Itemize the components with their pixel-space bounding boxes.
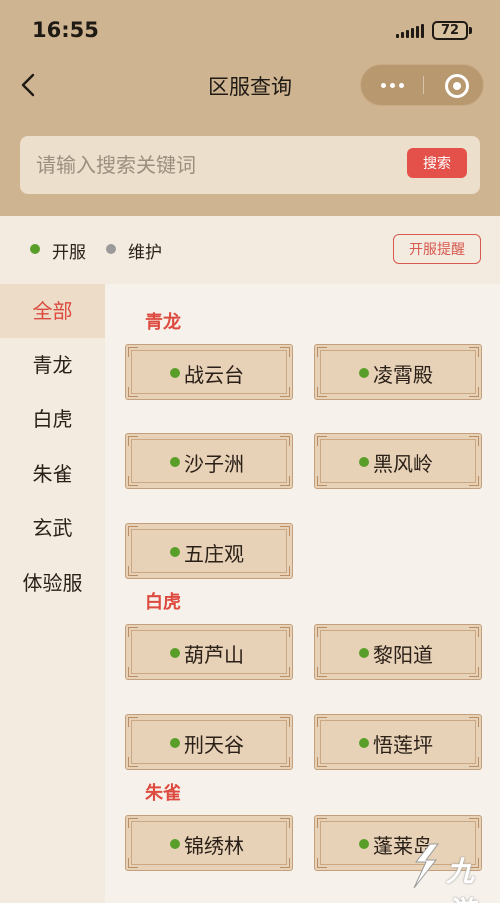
battery-tip bbox=[469, 27, 472, 34]
sidebar-item-trial[interactable]: 体验服 bbox=[0, 556, 105, 610]
open-status-dot bbox=[359, 368, 369, 378]
nav-bar: 区服查询 bbox=[0, 62, 500, 110]
server-name: 葫芦山 bbox=[184, 643, 244, 667]
header: 16:55 72 区服查询 请输入搜索关键词 搜索 bbox=[0, 0, 500, 216]
more-dots-icon bbox=[381, 83, 386, 88]
search-button[interactable]: 搜索 bbox=[407, 148, 467, 178]
open-status-dot bbox=[359, 457, 369, 467]
open-status-dot bbox=[170, 738, 180, 748]
group-title: 白虎 bbox=[145, 592, 181, 613]
status-time: 16:55 bbox=[32, 18, 99, 42]
open-status-dot bbox=[359, 839, 369, 849]
server-name: 黑风岭 bbox=[373, 452, 433, 476]
open-status-dot bbox=[170, 457, 180, 467]
server-name: 沙子洲 bbox=[184, 452, 244, 476]
server-card[interactable]: 沙子洲 bbox=[125, 433, 293, 489]
group-title: 青龙 bbox=[145, 312, 181, 333]
open-status-dot bbox=[170, 648, 180, 658]
open-status-dot bbox=[170, 368, 180, 378]
maintenance-status-label: 维护 bbox=[128, 243, 162, 263]
server-card[interactable]: 战云台 bbox=[125, 344, 293, 400]
status-bar: 16:55 72 bbox=[0, 0, 500, 62]
sidebar-item-baihu[interactable]: 白虎 bbox=[0, 392, 105, 446]
open-status-dot bbox=[359, 648, 369, 658]
open-status-dot bbox=[170, 547, 180, 557]
server-name: 悟莲坪 bbox=[373, 733, 433, 757]
server-card[interactable]: 刑天谷 bbox=[125, 714, 293, 770]
server-name: 凌霄殿 bbox=[373, 363, 433, 387]
server-name: 黎阳道 bbox=[373, 643, 433, 667]
open-status-label: 开服 bbox=[52, 243, 86, 263]
watermark: 九游 bbox=[408, 838, 498, 903]
jiuyou-logo-icon bbox=[413, 843, 439, 889]
more-button[interactable] bbox=[361, 65, 423, 105]
server-name: 战云台 bbox=[184, 363, 244, 387]
open-server-remind-button[interactable]: 开服提醒 bbox=[393, 234, 481, 264]
server-card[interactable]: 葫芦山 bbox=[125, 624, 293, 680]
status-legend: 开服 维护 开服提醒 bbox=[0, 216, 500, 284]
server-card[interactable]: 黎阳道 bbox=[314, 624, 482, 680]
capsule-divider bbox=[423, 76, 424, 94]
server-name: 锦绣林 bbox=[184, 834, 244, 858]
open-status-dot bbox=[30, 244, 40, 254]
server-card[interactable]: 黑风岭 bbox=[314, 433, 482, 489]
sidebar-item-all[interactable]: 全部 bbox=[0, 284, 105, 338]
maintenance-status-dot bbox=[106, 244, 116, 254]
server-list[interactable]: 青龙 战云台 凌霄殿 沙子洲 黑风岭 五庄观 白虎 葫芦山 黎阳道 刑天谷 悟莲… bbox=[105, 284, 500, 903]
server-card[interactable]: 凌霄殿 bbox=[314, 344, 482, 400]
server-card[interactable]: 五庄观 bbox=[125, 523, 293, 579]
server-card[interactable]: 锦绣林 bbox=[125, 815, 293, 871]
server-card[interactable]: 悟莲坪 bbox=[314, 714, 482, 770]
sidebar: 全部 青龙 白虎 朱雀 玄武 体验服 bbox=[0, 284, 105, 903]
open-status-dot bbox=[170, 839, 180, 849]
server-name: 刑天谷 bbox=[184, 733, 244, 757]
mini-program-capsule bbox=[360, 64, 484, 106]
group-title: 朱雀 bbox=[145, 783, 181, 804]
close-miniprogram-button[interactable] bbox=[445, 74, 469, 98]
sidebar-item-qinglong[interactable]: 青龙 bbox=[0, 338, 105, 392]
server-name: 五庄观 bbox=[184, 542, 244, 566]
search-input[interactable] bbox=[36, 136, 396, 194]
signal-icon bbox=[396, 24, 426, 38]
sidebar-item-zhuque[interactable]: 朱雀 bbox=[0, 447, 105, 501]
sidebar-item-xuanwu[interactable]: 玄武 bbox=[0, 501, 105, 555]
watermark-text: 九游 bbox=[446, 855, 475, 903]
battery-icon: 72 bbox=[432, 21, 468, 40]
open-status-dot bbox=[359, 738, 369, 748]
